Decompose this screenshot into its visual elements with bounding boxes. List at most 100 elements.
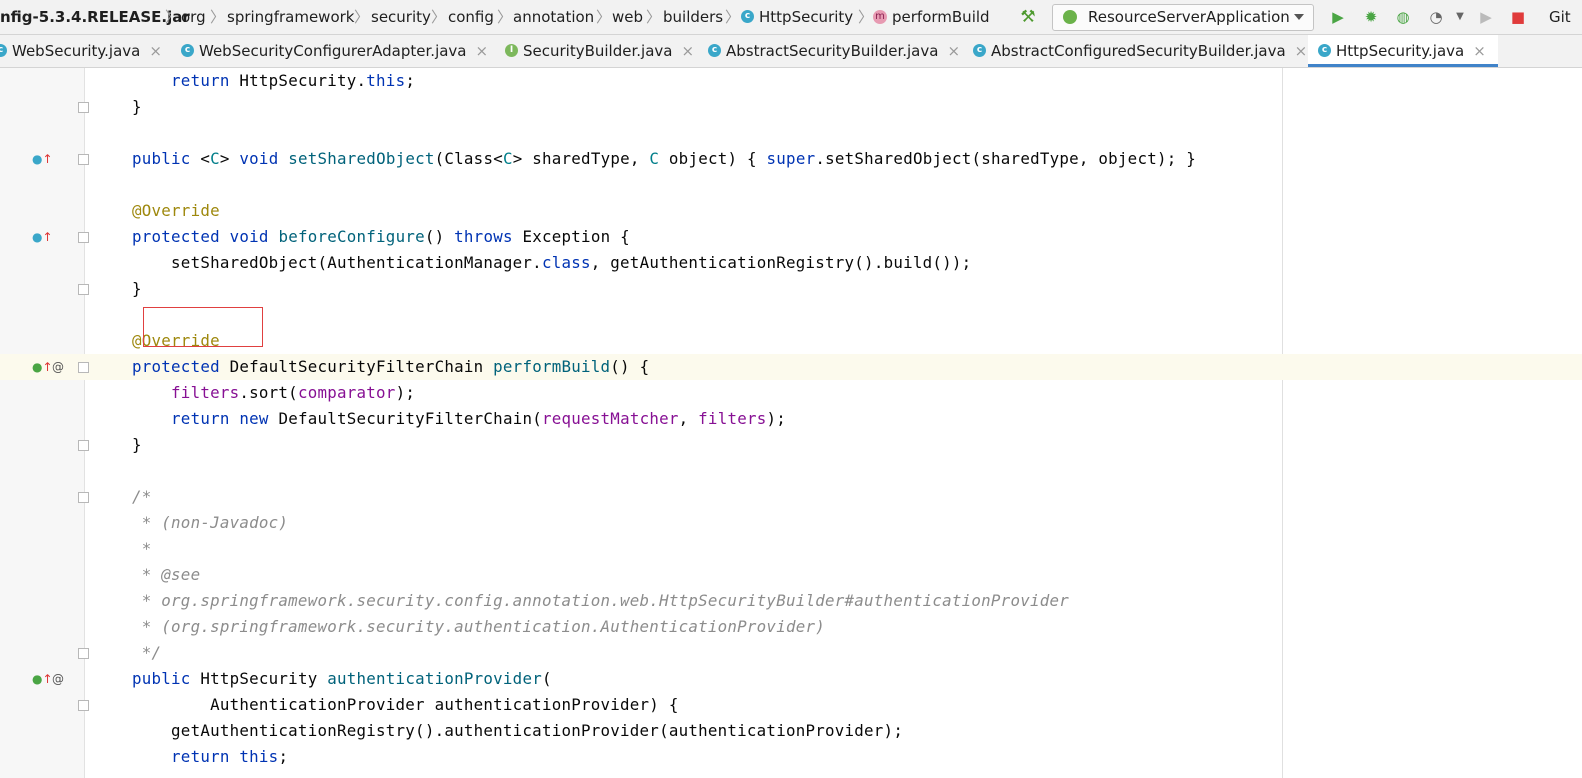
code-line[interactable]: 529 ●↑ protected void beforeConfigure() … <box>0 224 1582 250</box>
code-line[interactable]: 540 * (non-Javadoc) <box>0 510 1582 536</box>
code-line[interactable]: 530 setSharedObject(AuthenticationManage… <box>0 250 1582 276</box>
breadcrumb-package-org[interactable]: org <box>181 6 206 28</box>
annotation-at-icon[interactable]: @ <box>52 671 64 687</box>
annotation-at-icon[interactable]: @ <box>52 359 64 375</box>
code-line[interactable]: 523 <box>0 120 1582 146</box>
tab-label: WebSecurityConfigurerAdapter.java <box>199 42 467 60</box>
fold-marker-icon[interactable] <box>78 102 89 113</box>
breadcrumb-separator-icon: 〉 <box>210 8 226 26</box>
class-icon: c <box>181 44 194 57</box>
breadcrumb-separator-icon: 〉 <box>596 8 612 26</box>
build-hammer-icon[interactable]: ⚒ <box>1018 7 1038 27</box>
method-icon: m <box>873 9 887 24</box>
tab-label: WebSecurity.java <box>12 42 141 60</box>
fold-marker-icon[interactable] <box>78 700 89 711</box>
override-up-icon[interactable]: ●↑ <box>32 229 53 245</box>
code-line[interactable]: 549 return this; <box>0 744 1582 770</box>
tab-httpsecurity[interactable]: c HttpSecurity.java × <box>1308 35 1498 67</box>
breadcrumb-package-web[interactable]: web <box>612 6 643 28</box>
run-icon[interactable]: ▶ <box>1328 7 1348 27</box>
git-label[interactable]: Git <box>1549 6 1571 28</box>
breadcrumb-package-springframework[interactable]: springframework <box>227 6 354 28</box>
code-line[interactable]: 537 } <box>0 432 1582 458</box>
close-icon[interactable]: × <box>149 42 162 60</box>
code-line[interactable]: 522 } <box>0 94 1582 120</box>
code-text: } <box>132 279 142 298</box>
code-line[interactable]: 544 * (org.springframework.security.auth… <box>0 614 1582 640</box>
code-text: protected DefaultSecurityFilterChain per… <box>132 357 650 376</box>
code-line[interactable]: 527 <box>0 172 1582 198</box>
code-line[interactable]: 536 return new DefaultSecurityFilterChai… <box>0 406 1582 432</box>
class-icon: c <box>973 44 986 57</box>
breadcrumb-package-annotation[interactable]: annotation <box>513 6 594 28</box>
code-text: return new DefaultSecurityFilterChain(re… <box>171 409 787 428</box>
code-line[interactable]: 539 /* <box>0 484 1582 510</box>
tab-securitybuilder[interactable]: I SecurityBuilder.java × <box>505 35 694 67</box>
code-line[interactable]: 543 * org.springframework.security.confi… <box>0 588 1582 614</box>
tab-abstractconfiguredsecuritybuilder[interactable]: c AbstractConfiguredSecurityBuilder.java × <box>973 35 1307 67</box>
stop-icon[interactable]: ■ <box>1508 7 1528 27</box>
code-line[interactable]: 531 } <box>0 276 1582 302</box>
interface-icon: I <box>505 44 518 57</box>
close-icon[interactable]: × <box>681 42 694 60</box>
code-line[interactable]: 535 filters.sort(comparator); <box>0 380 1582 406</box>
profiler-icon[interactable]: ◔ <box>1426 7 1446 27</box>
breadcrumb-package-builders[interactable]: builders <box>663 6 723 28</box>
code-line[interactable]: 546 ●↑ @ public HttpSecurity authenticat… <box>0 666 1582 692</box>
code-text: } <box>132 435 142 454</box>
breadcrumb-package-security[interactable]: security <box>371 6 431 28</box>
chevron-down-icon[interactable]: ▼ <box>1450 7 1470 27</box>
close-icon[interactable]: × <box>1473 42 1486 60</box>
code-text: protected void beforeConfigure() throws … <box>132 227 630 246</box>
close-icon[interactable]: × <box>947 42 960 60</box>
close-icon[interactable]: × <box>1295 42 1308 60</box>
code-text: } <box>132 97 142 116</box>
tab-websecurity[interactable]: c WebSecurity.java × <box>0 35 162 67</box>
coverage-icon[interactable]: ◍ <box>1393 7 1413 27</box>
code-editor[interactable]: 521 return HttpSecurity.this; 522 } 523 … <box>0 68 1582 778</box>
breadcrumb-separator-icon: 〉 <box>858 8 874 26</box>
code-line[interactable]: 542 * @see <box>0 562 1582 588</box>
tab-label: SecurityBuilder.java <box>523 42 673 60</box>
code-line[interactable]: 541 * <box>0 536 1582 562</box>
breadcrumb-method-performbuild[interactable]: m performBuild <box>873 6 990 28</box>
implements-up-icon[interactable]: ●↑ <box>32 671 53 687</box>
fold-marker-icon[interactable] <box>78 492 89 503</box>
code-text: public <C> void setSharedObject(Class<C>… <box>132 149 1197 168</box>
code-line[interactable]: 521 return HttpSecurity.this; <box>0 68 1582 94</box>
breadcrumb-package-config[interactable]: config <box>448 6 494 28</box>
breadcrumb-separator-icon: 〉 <box>354 8 370 26</box>
highlight-annotation-box <box>143 307 263 347</box>
code-line[interactable]: 524 ●↑ public <C> void setSharedObject(C… <box>0 146 1582 172</box>
tab-label: HttpSecurity.java <box>1336 42 1465 60</box>
override-up-icon[interactable]: ●↑ <box>32 151 53 167</box>
code-line[interactable]: 528 @Override <box>0 198 1582 224</box>
code-text: return this; <box>171 747 289 766</box>
resume-icon[interactable]: ▶ <box>1476 7 1496 27</box>
code-line[interactable]: 548 getAuthenticationRegistry().authenti… <box>0 718 1582 744</box>
fold-marker-icon[interactable] <box>78 284 89 295</box>
code-line[interactable]: 547 AuthenticationProvider authenticatio… <box>0 692 1582 718</box>
tab-abstractsecuritybuilder[interactable]: c AbstractSecurityBuilder.java × <box>708 35 960 67</box>
run-configuration-select[interactable]: ResourceServerApplication <box>1052 4 1314 31</box>
code-line[interactable]: 538 <box>0 458 1582 484</box>
code-text: * (non-Javadoc) <box>132 513 289 532</box>
fold-marker-icon[interactable] <box>78 154 89 165</box>
fold-marker-icon[interactable] <box>78 440 89 451</box>
breadcrumb-class-httpsecurity[interactable]: c HttpSecurity <box>741 6 853 28</box>
code-text: getAuthenticationRegistry().authenticati… <box>132 721 904 740</box>
tab-websecurityconfigureradapter[interactable]: c WebSecurityConfigurerAdapter.java × <box>181 35 488 67</box>
code-text: * org.springframework.security.config.an… <box>132 591 1070 610</box>
code-text: return HttpSecurity.this; <box>171 71 416 90</box>
fold-marker-icon[interactable] <box>78 648 89 659</box>
fold-marker-icon[interactable] <box>78 232 89 243</box>
code-text: filters.sort(comparator); <box>171 383 416 402</box>
code-line-current[interactable]: 534 ●↑ @ protected DefaultSecurityFilter… <box>0 354 1582 380</box>
breadcrumb-jar[interactable]: nfig-5.3.4.RELEASE.jar <box>0 6 190 28</box>
breadcrumb-separator-icon: 〉 <box>725 8 741 26</box>
debug-icon[interactable]: ✹ <box>1361 7 1381 27</box>
implements-up-icon[interactable]: ●↑ <box>32 359 53 375</box>
code-line[interactable]: 545 */ <box>0 640 1582 666</box>
fold-marker-icon[interactable] <box>78 362 89 373</box>
close-icon[interactable]: × <box>476 42 489 60</box>
